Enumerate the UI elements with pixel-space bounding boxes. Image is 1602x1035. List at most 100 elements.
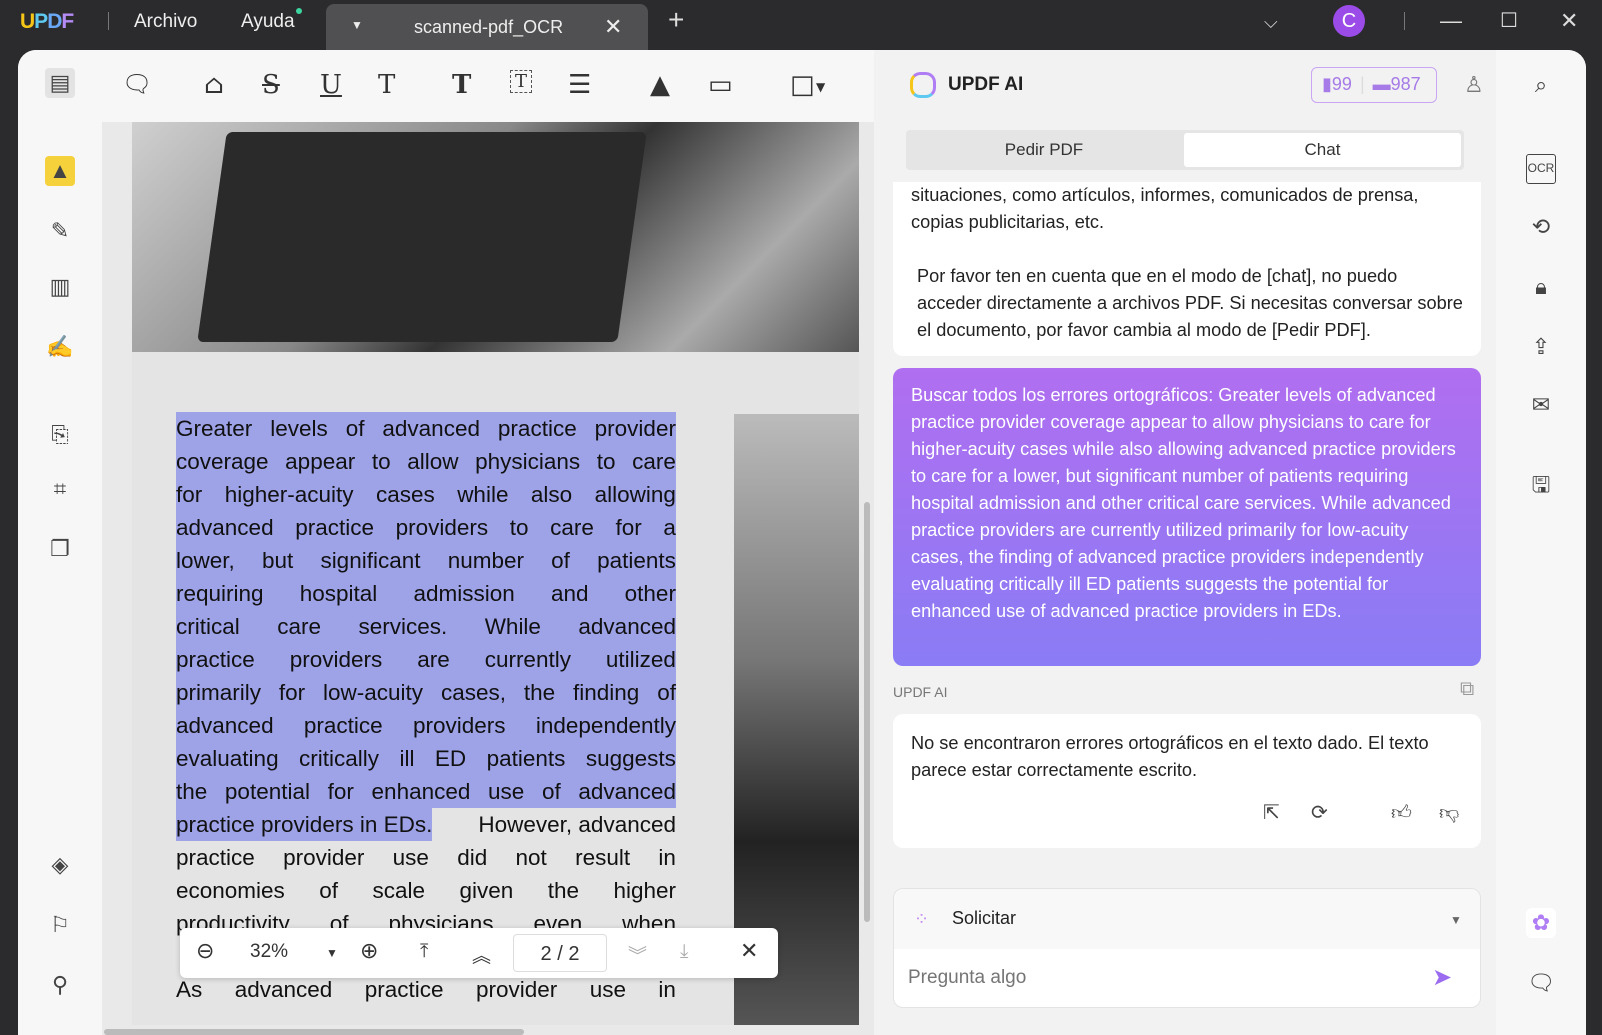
avatar[interactable]: C: [1333, 5, 1365, 37]
stack-icon[interactable]: ❐: [45, 534, 75, 564]
menu-archivo[interactable]: Archivo: [134, 11, 197, 33]
mode-tabs: Pedir PDF Chat: [906, 130, 1464, 170]
close-tab-icon[interactable]: ✕: [604, 14, 622, 40]
clear-chat-brush-icon[interactable]: ♙: [1464, 72, 1484, 98]
doc-count: 99: [1331, 74, 1352, 94]
page-text[interactable]: Greater levels of advanced practice provider c…: [176, 412, 676, 1006]
prompt-mode-label: Solicitar: [952, 908, 1017, 928]
highlighter-icon[interactable]: ⌂: [204, 70, 224, 100]
text-callout-icon[interactable]: ☰: [568, 70, 591, 100]
text-icon[interactable]: T: [452, 70, 471, 100]
page-photo: [132, 122, 859, 352]
prompt-mode-selector[interactable]: ⁘ Solicitar ▼: [894, 889, 1480, 949]
layers-icon[interactable]: ◈: [45, 850, 75, 880]
page-navigation-bar: ⊖ 32% ▼ ⊕ ⤒ ︽ 2 / 2 ︾ ⤓ ✕: [180, 928, 778, 978]
message-text: Por favor ten en cuenta que en el modo d…: [917, 266, 1463, 340]
send-icon[interactable]: ➤: [1432, 963, 1452, 992]
text-line: practice providers in EDs. However, advan…: [176, 808, 676, 841]
comment-highlight-icon[interactable]: ▲: [45, 156, 75, 186]
menu-ayuda[interactable]: Ayuda: [241, 11, 295, 33]
usage-counts[interactable]: ▮99 | ▬987: [1311, 67, 1437, 103]
vertical-scrollbar[interactable]: [864, 502, 870, 922]
attachment-icon[interactable]: ⚲: [45, 970, 75, 1000]
edit-pdf-icon[interactable]: ✎: [45, 216, 75, 246]
minimize-icon[interactable]: —: [1440, 8, 1462, 34]
strikethrough-icon[interactable]: S: [262, 70, 280, 100]
question-input[interactable]: [908, 961, 1408, 995]
updf-ai-icon[interactable]: ✿: [1526, 908, 1556, 938]
text-line: evaluating critically ill ED patients suggest…: [176, 742, 676, 775]
underline-icon[interactable]: U: [320, 70, 342, 100]
tab-pedir-pdf[interactable]: Pedir PDF: [909, 133, 1179, 167]
reply-text: No se encontraron errores ortográficos e…: [911, 733, 1429, 780]
chevron-down-icon[interactable]: ⌵: [1264, 12, 1278, 33]
export-icon[interactable]: ⇱: [1263, 800, 1280, 827]
zoom-dropdown-icon[interactable]: ▼: [326, 946, 338, 960]
ocr-icon[interactable]: OCR: [1526, 154, 1556, 184]
pdf-page: Greater levels of advanced practice provider c…: [132, 122, 859, 1025]
shape-dropdown-icon[interactable]: ▼: [816, 80, 825, 94]
squiggly-icon[interactable]: T: [378, 70, 395, 100]
shape-icon[interactable]: □: [790, 70, 815, 100]
text-line: the potential for enhanced use of advanced: [176, 775, 676, 808]
text-line: economies of scale given the higher: [176, 878, 676, 903]
zoom-level[interactable]: 32%: [250, 941, 288, 963]
horizontal-scrollbar[interactable]: [104, 1029, 524, 1035]
reader-icon[interactable]: ▤: [45, 68, 75, 98]
form-icon[interactable]: ✍: [45, 332, 75, 362]
maximize-icon[interactable]: ☐: [1500, 8, 1518, 33]
previous-page-icon[interactable]: ︽: [472, 941, 491, 968]
title-bar: UPDF Archivo Ayuda ▼ scanned-pdf_OCR ✕ +…: [0, 0, 1602, 50]
copy-icon[interactable]: ⧉: [1460, 678, 1474, 701]
close-window-icon[interactable]: ✕: [1560, 8, 1578, 34]
document-tab[interactable]: ▼ scanned-pdf_OCR ✕: [326, 4, 648, 50]
comments-icon[interactable]: 🗨: [1526, 968, 1556, 998]
regenerate-icon[interactable]: ⟳: [1311, 800, 1328, 827]
last-page-icon[interactable]: ⤓: [680, 941, 688, 963]
convert-icon[interactable]: ⟲: [1526, 212, 1556, 242]
ai-message: situaciones, como artículos, informes, c…: [893, 182, 1481, 356]
crop-icon[interactable]: ⌗: [45, 474, 75, 504]
textbox-icon[interactable]: T: [510, 70, 533, 93]
tab-chat[interactable]: Chat: [1184, 133, 1461, 167]
page-layout-icon[interactable]: ▥: [45, 272, 75, 302]
eraser-icon[interactable]: ▭: [708, 70, 733, 100]
organize-pages-icon[interactable]: ⎘: [45, 420, 75, 450]
text-line: requiring hospital admission and other: [176, 577, 676, 610]
thumbs-up-icon[interactable]: 👍︎: [1391, 800, 1412, 827]
text-line: advanced practice providers to care for a: [176, 511, 676, 544]
share-icon[interactable]: ⇪: [1526, 332, 1556, 362]
email-icon[interactable]: ✉: [1526, 390, 1556, 420]
zoom-in-icon[interactable]: ⊕: [360, 938, 378, 964]
next-page-icon[interactable]: ︾: [628, 941, 647, 968]
pencil-icon[interactable]: ▲: [650, 70, 670, 100]
close-navigation-icon[interactable]: ✕: [740, 938, 758, 964]
text-line: critical care services. While advanced: [176, 610, 676, 643]
app-window: ▤ ▲ ✎ ▥ ✍ ⎘ ⌗ ❐ ◈ ⚐ ⚲ 🗨 ⌂ S U T T T ☰ ▲ …: [18, 50, 1586, 1035]
text-line: primarily for low-acuity cases, the finding of: [176, 676, 676, 709]
bookmark-icon[interactable]: ⚐: [45, 910, 75, 940]
protect-icon[interactable]: 🔒︎: [1526, 272, 1556, 302]
thumbs-down-icon[interactable]: 👎︎: [1439, 800, 1459, 827]
updf-logo: UPDF: [20, 10, 74, 33]
zoom-out-icon[interactable]: ⊖: [196, 938, 214, 964]
save-icon[interactable]: 🖫: [1526, 470, 1556, 500]
updf-ai-logo-icon: [910, 72, 936, 98]
pdf-viewer: Greater levels of advanced practice provider c…: [102, 122, 874, 1035]
text-line: for higher-acuity cases while also allowing: [176, 478, 676, 511]
text-line: practice providers are currently utilized: [176, 643, 676, 676]
tab-dropdown-icon[interactable]: ▼: [351, 18, 363, 32]
left-sidebar: ▤ ▲ ✎ ▥ ✍ ⎘ ⌗ ❐ ◈ ⚐ ⚲: [18, 50, 102, 1035]
note-icon[interactable]: 🗨: [122, 70, 152, 98]
chevron-down-icon[interactable]: ▼: [1450, 913, 1462, 927]
ai-title: UPDF AI: [948, 74, 1024, 95]
message-text: situaciones, como artículos, informes, c…: [911, 185, 1419, 232]
first-page-icon[interactable]: ⤒: [420, 941, 428, 963]
page-number-input[interactable]: 2 / 2: [513, 934, 607, 972]
notification-dot: [296, 8, 302, 14]
tab-title: scanned-pdf_OCR: [414, 17, 564, 37]
search-icon[interactable]: ⌕: [1526, 70, 1556, 100]
new-tab-icon[interactable]: +: [668, 4, 684, 36]
user-message: Buscar todos los errores ortográficos: G…: [893, 368, 1481, 666]
sender-label: UPDF AI: [893, 684, 948, 700]
